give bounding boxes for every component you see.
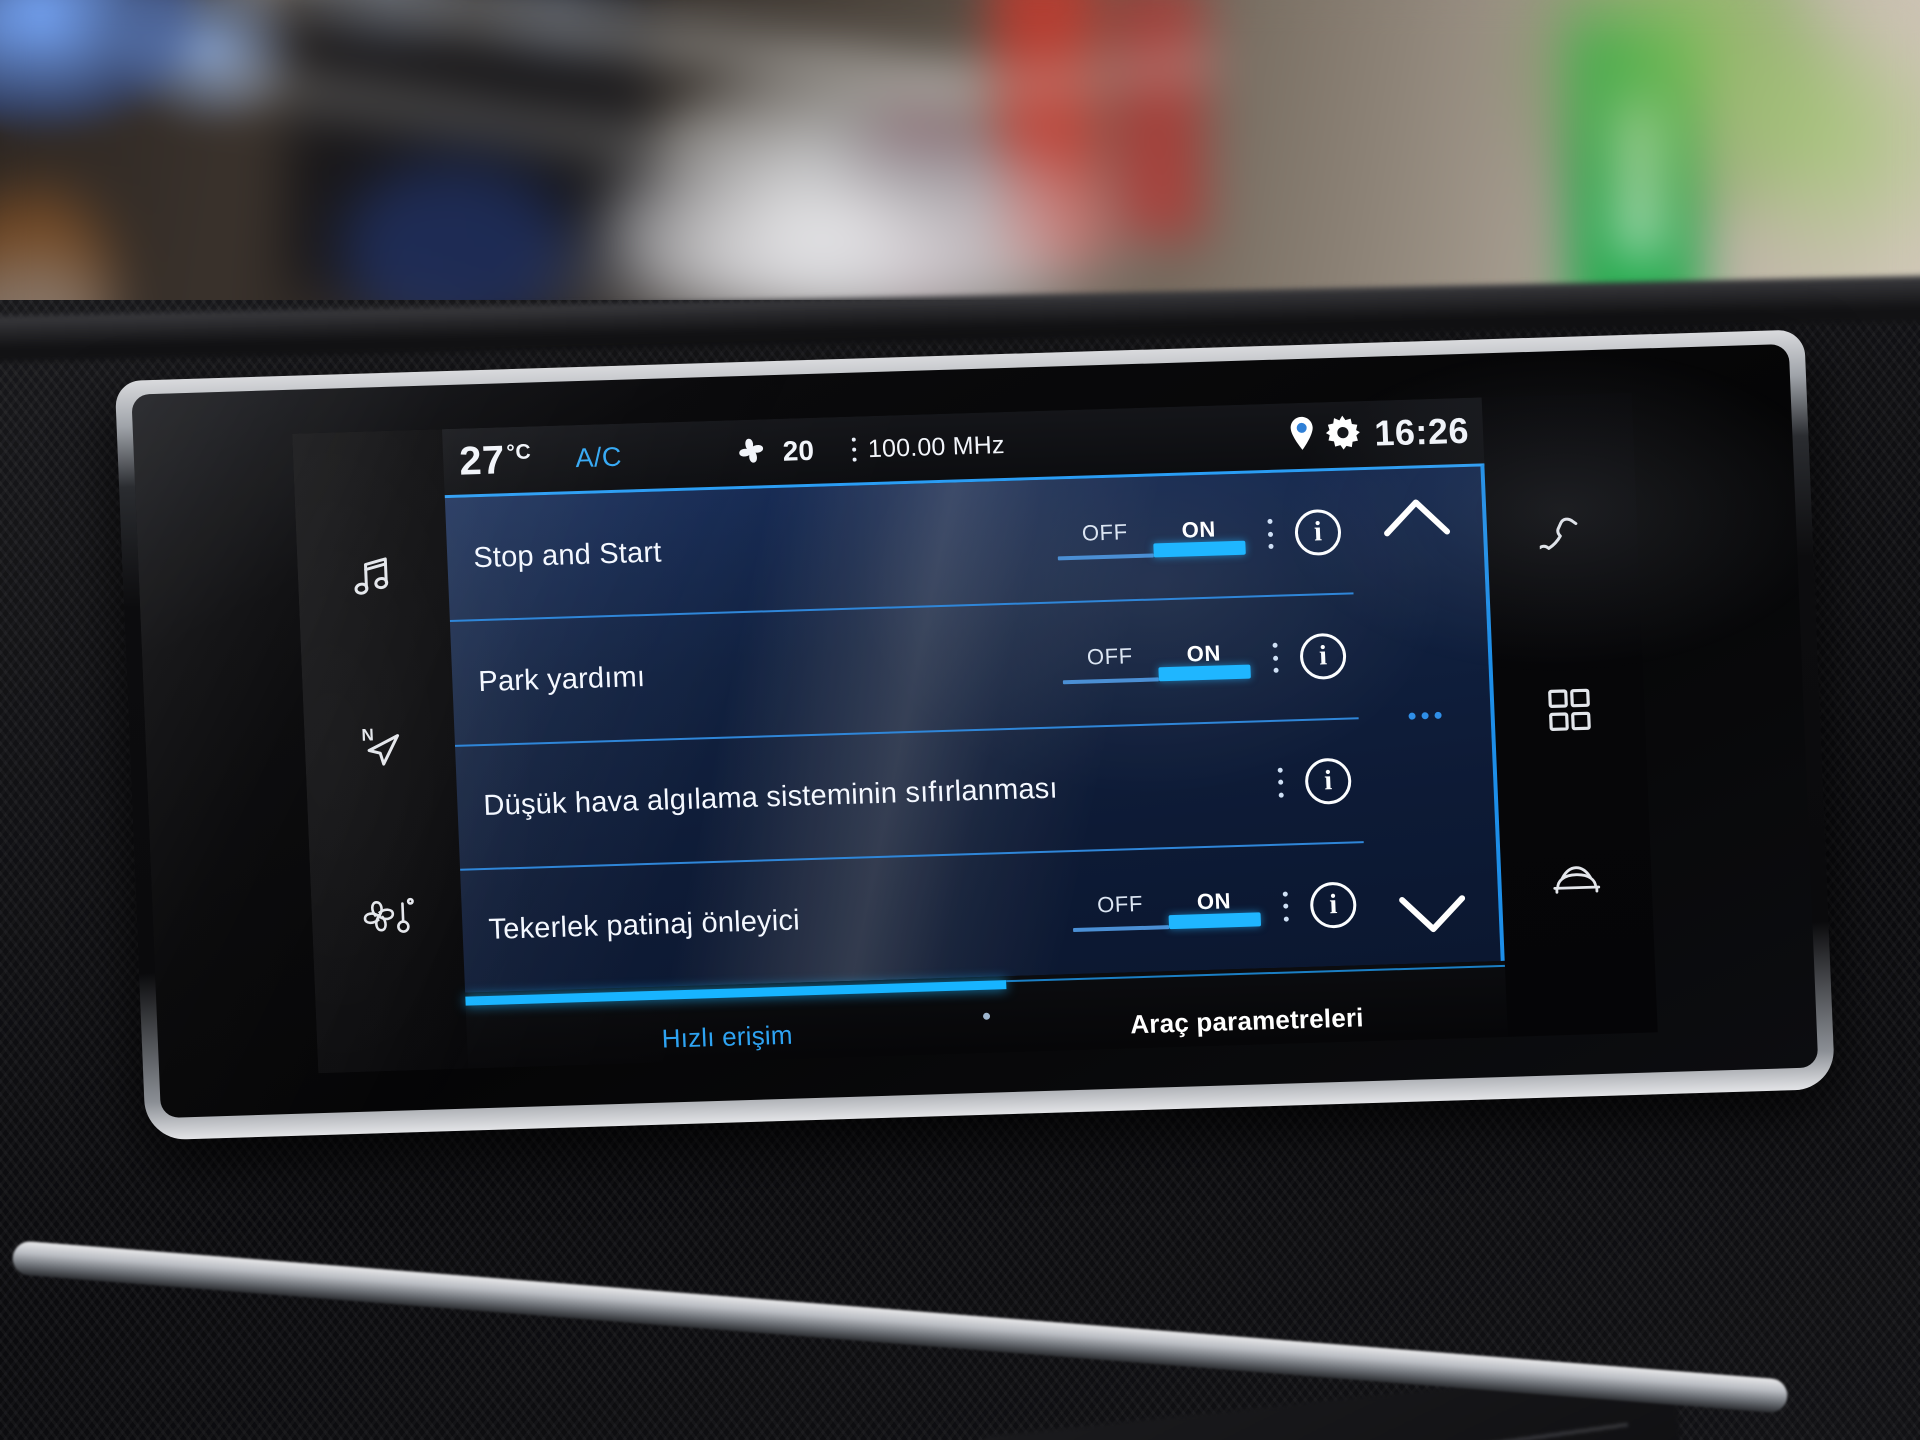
toggle-on-bar (1153, 540, 1246, 558)
toggle-off-option[interactable]: OFF (1056, 518, 1154, 561)
infotainment-head-unit: N 27°C A/C 20 100.00 MHz 16:26 Stop and … (114, 329, 1836, 1141)
settings-row-label: Tekerlek patinaj önleyici (487, 904, 801, 947)
vertical-dots-icon (1277, 767, 1284, 798)
three-dots-icon (1407, 711, 1442, 720)
right-icon-rail (1482, 393, 1658, 1037)
vehicle-button[interactable] (1542, 846, 1611, 914)
onoff-toggle[interactable]: OFF ON (1072, 888, 1262, 933)
music-note-icon (347, 551, 399, 602)
screen-center-area: 27°C A/C 20 100.00 MHz 16:26 Stop and St… (442, 397, 1508, 1069)
navigation-arrow-icon: N (353, 719, 407, 773)
svg-text:N: N (361, 725, 374, 744)
location-pin-icon[interactable] (1287, 415, 1319, 457)
scroll-up-button[interactable] (1380, 493, 1454, 541)
toggle-on-label: ON (1196, 888, 1232, 915)
radio-frequency[interactable]: 100.00 MHz (867, 430, 1005, 463)
onoff-toggle[interactable]: OFF ON (1056, 515, 1246, 561)
settings-row-label: Stop and Start (472, 536, 663, 574)
settings-row-label: Park yardımı (477, 660, 646, 699)
toggle-on-option[interactable]: ON (1152, 515, 1246, 558)
vertical-dots-icon (1266, 518, 1274, 550)
telephone-button[interactable] (1528, 506, 1597, 574)
info-circle-icon[interactable]: i (1309, 881, 1358, 929)
info-circle-icon[interactable]: i (1299, 633, 1348, 681)
list-scroll-controls (1348, 466, 1500, 965)
toggle-off-option[interactable]: OFF (1061, 642, 1159, 685)
settings-row-controls: OFF ON i (1071, 881, 1358, 936)
settings-row-controls: OFF ON i (1056, 508, 1342, 564)
toggle-on-option[interactable]: ON (1168, 888, 1262, 930)
toggle-off-bar (1073, 925, 1170, 933)
toggle-off-label: OFF (1086, 643, 1134, 670)
temperature-unit: °C (506, 440, 532, 465)
settings-row-controls: OFF ON i (1061, 633, 1348, 688)
info-circle-icon[interactable]: i (1294, 508, 1342, 557)
applications-button[interactable] (1535, 676, 1604, 744)
left-icon-rail: N (292, 429, 468, 1073)
fan-speed-value: 20 (782, 434, 815, 467)
status-bar-right-group: 16:26 (1287, 410, 1470, 458)
settings-row-controls: i (1254, 757, 1353, 806)
media-button[interactable] (339, 542, 408, 610)
toggle-on-bar (1158, 664, 1251, 682)
vertical-dots-icon (1282, 891, 1289, 922)
apps-grid-icon (1547, 687, 1593, 732)
phone-icon (1538, 514, 1586, 566)
toggle-off-label: OFF (1096, 891, 1144, 918)
onoff-toggle[interactable]: OFF ON (1061, 639, 1251, 685)
photo-scene: N 27°C A/C 20 100.00 MHz 16:26 Stop and … (0, 0, 1920, 1440)
toggle-off-option[interactable]: OFF (1072, 891, 1170, 933)
toggle-on-bar (1168, 912, 1262, 930)
info-circle-icon[interactable]: i (1304, 757, 1353, 805)
toggle-on-label: ON (1186, 640, 1222, 667)
toggle-off-bar (1062, 677, 1159, 685)
clock: 16:26 (1373, 409, 1470, 454)
vertical-dots-icon (851, 437, 857, 462)
fan-speed-group[interactable]: 20 (731, 431, 815, 472)
touchscreen-display[interactable]: N 27°C A/C 20 100.00 MHz 16:26 Stop and … (292, 392, 1658, 1074)
vertical-dots-icon (1271, 643, 1279, 674)
toggle-off-bar (1057, 553, 1154, 561)
ac-status[interactable]: A/C (575, 441, 623, 473)
scroll-down-button[interactable] (1396, 890, 1470, 938)
toggle-off-label: OFF (1081, 518, 1129, 546)
navigation-button[interactable]: N (346, 712, 415, 780)
climate-button[interactable] (353, 882, 422, 950)
temperature-readout[interactable]: 27°C (458, 438, 533, 484)
toggle-on-label: ON (1181, 516, 1217, 543)
fan-icon (731, 433, 771, 473)
temperature-value: 27 (458, 438, 506, 484)
toggle-on-option[interactable]: ON (1157, 639, 1251, 682)
gear-icon[interactable] (1326, 415, 1362, 455)
settings-row-list: Stop and Start OFF ON i Park yardımı OFF… (444, 470, 1369, 992)
settings-row-label: Düşük hava algılama sisteminin sıfırlanm… (482, 772, 1059, 823)
climate-fan-thermometer-icon (358, 891, 416, 941)
car-icon (1549, 861, 1604, 899)
vehicle-settings-panel: Stop and Start OFF ON i Park yardımı OFF… (444, 463, 1505, 993)
